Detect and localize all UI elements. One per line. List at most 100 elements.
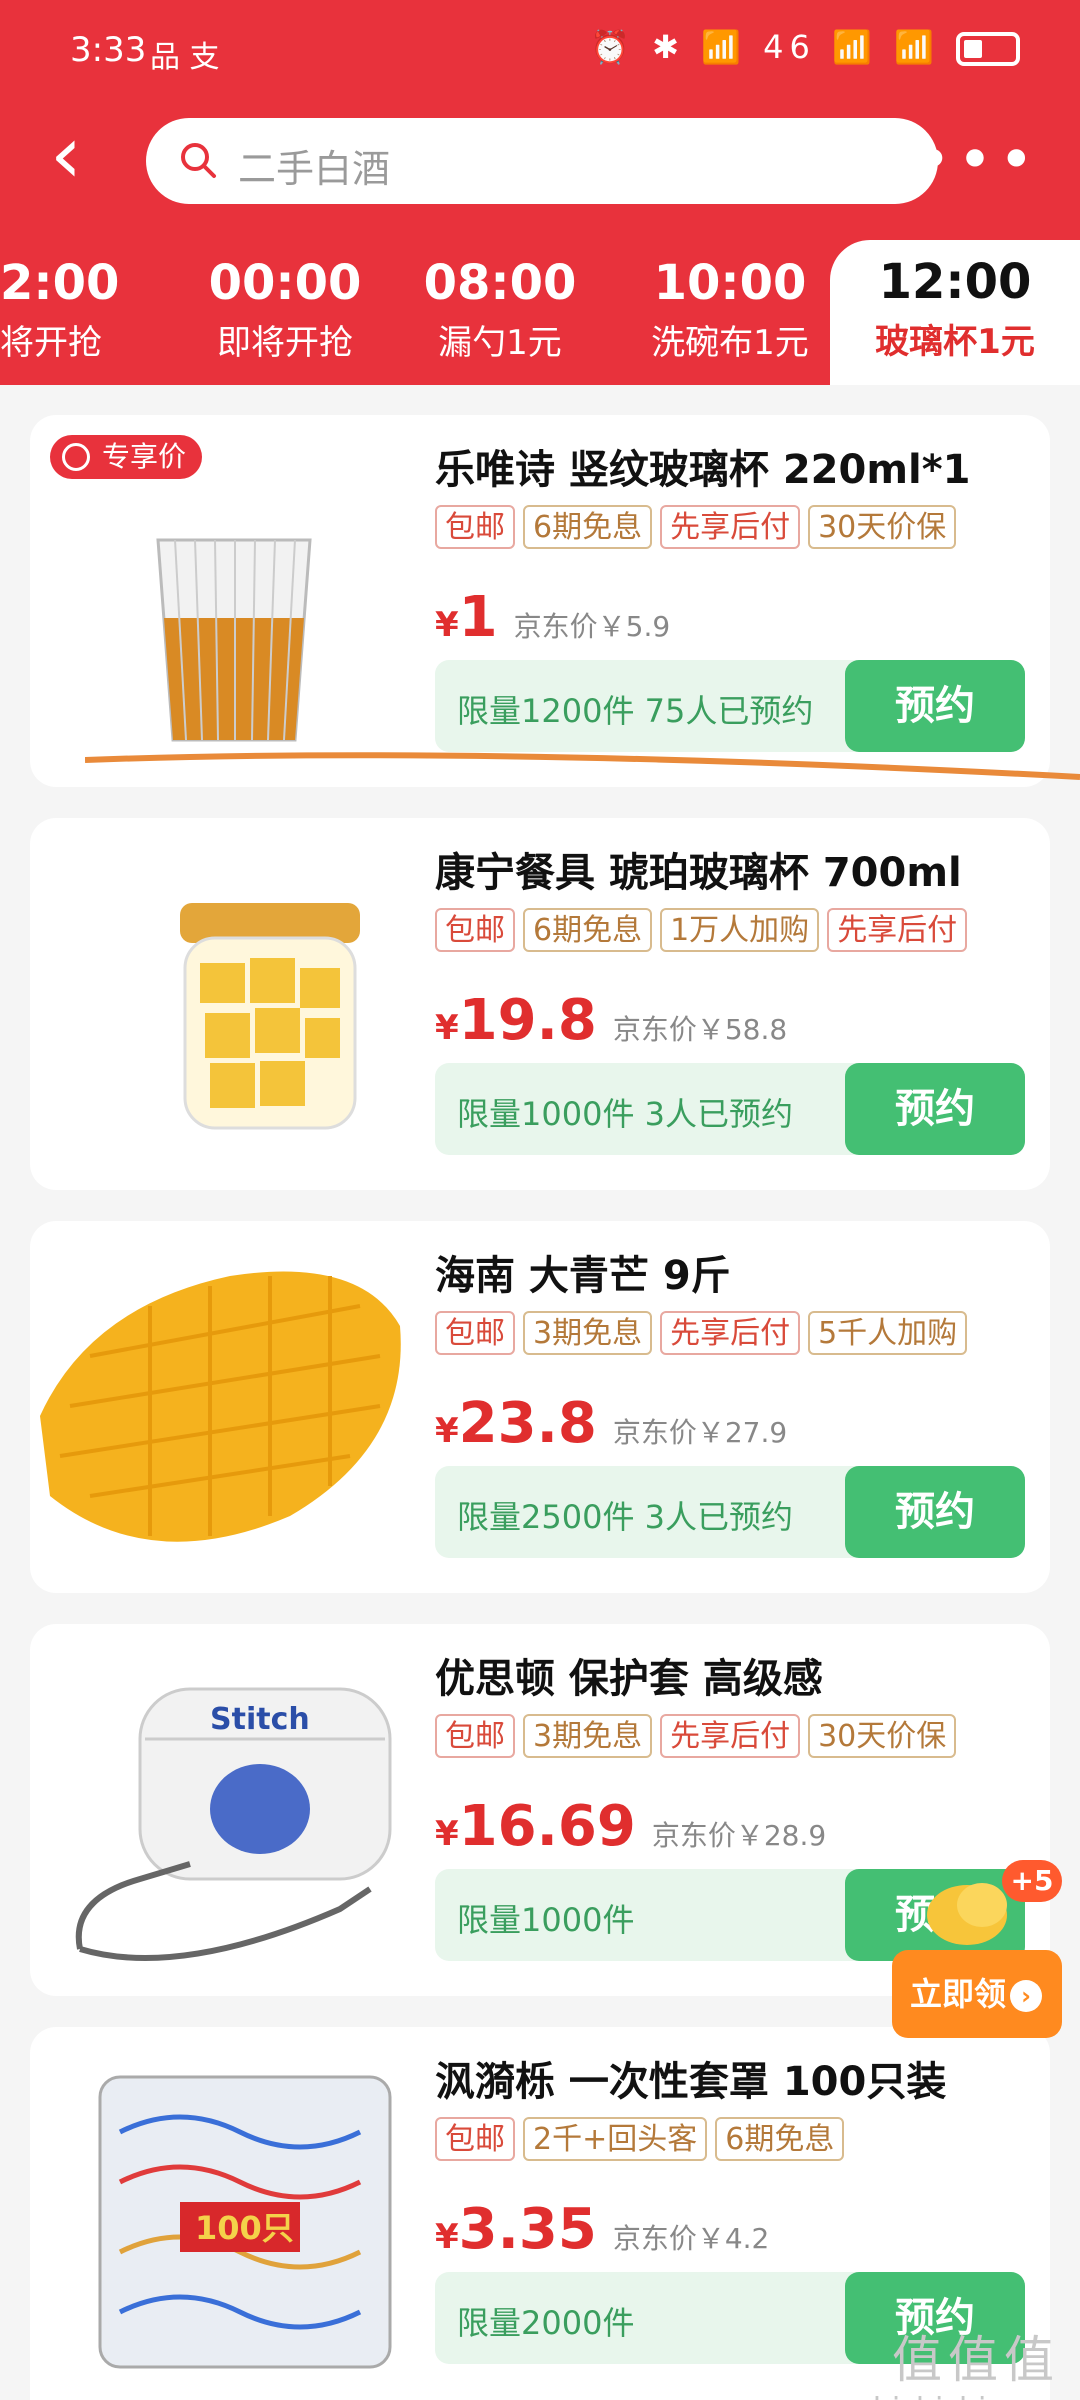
currency-symbol: ¥: [435, 1008, 459, 1048]
limit-text: 限量2000件: [457, 2304, 635, 2342]
tag: 包邮: [435, 1311, 515, 1355]
bag-label: 100只: [195, 2209, 294, 2247]
more-icon[interactable]: •••: [916, 130, 1040, 190]
tag: 3期免息: [523, 1714, 653, 1758]
tab-subtitle: 洗碗布1元: [651, 323, 809, 363]
tag-list: 包邮 3期免息 先享后付 5千人加购: [435, 1311, 975, 1355]
tab-00-00[interactable]: 00:00 即将开抢: [190, 255, 380, 364]
tag: 30天价保: [808, 1714, 957, 1758]
search-input[interactable]: 二手白酒: [146, 118, 938, 204]
price: ¥23.8: [435, 1391, 597, 1456]
tag: 先享后付: [660, 1311, 801, 1355]
product-title: 乐唯诗 竖纹玻璃杯 220ml*1: [435, 447, 971, 493]
tab-10-00[interactable]: 10:00 洗碗布1元: [640, 255, 820, 364]
claim-button[interactable]: 立即领 ›: [892, 1950, 1062, 2038]
tab-time: 00:00: [208, 255, 362, 311]
status-time: 3:33: [70, 30, 147, 70]
watermark-url: zhizhizhi.com: [857, 2392, 1060, 2400]
price-value: 19.8: [458, 988, 597, 1053]
price-value: 16.69: [458, 1794, 636, 1859]
search-placeholder: 二手白酒: [238, 147, 391, 191]
limit-bar: 限量2500件 3人已预约 预约: [435, 1466, 1025, 1558]
battery-icon: [956, 32, 1020, 66]
tag-list: 包邮 2千+回头客 6期免息: [435, 2117, 852, 2161]
tag: 先享后付: [827, 908, 968, 952]
currency-symbol: ¥: [435, 605, 459, 645]
tag: 3期免息: [523, 1311, 653, 1355]
tab-subtitle: 玻璃杯1元: [875, 322, 1035, 362]
claim-label: 立即领: [910, 1975, 1007, 2013]
product-title: 优思顿 保护套 高级感: [435, 1656, 823, 1702]
tab-subtitle: 将开抢: [0, 323, 102, 363]
reward-count-badge: +5: [1002, 1860, 1062, 1902]
product-title: 沨漪栎 一次性套罩 100只装: [435, 2059, 947, 2105]
highlight-underline: [85, 752, 1080, 780]
product-card[interactable]: 专享价 乐唯诗 竖纹玻璃杯 220ml*1 包邮 6期免息 先享后付 30天价保 ¥1…: [30, 415, 1050, 787]
price: ¥3.35: [435, 2197, 597, 2262]
limit-text: 限量1000件: [457, 1901, 635, 1939]
tag-list: 包邮 6期免息 1万人加购 先享后付: [435, 908, 975, 952]
chevron-right-icon: ›: [1010, 1980, 1043, 2012]
reserve-button[interactable]: 预约: [845, 660, 1025, 752]
tag: 包邮: [435, 505, 515, 549]
time-tabs: 2:00 将开抢 00:00 即将开抢 08:00 漏勺1元 10:00 洗碗布…: [0, 240, 1080, 385]
product-card[interactable]: 海南 大青芒 9斤 包邮 3期免息 先享后付 5千人加购 ¥23.8 京东价￥27.9 …: [30, 1221, 1050, 1593]
watermark-logo: 值值值: [892, 2331, 1060, 2389]
jd-price: 京东价￥28.9: [651, 1819, 827, 1852]
limit-text: 限量2500件 3人已预约: [457, 1498, 793, 1536]
tag-list: 包邮 6期免息 先享后付 30天价保: [435, 505, 964, 549]
tag: 先享后付: [660, 505, 801, 549]
price: ¥1: [435, 585, 498, 650]
mango-image: [40, 1271, 401, 1542]
glass-cup-image: [156, 538, 312, 742]
tag: 6期免息: [523, 505, 653, 549]
search-icon: [181, 143, 216, 178]
price-row: ¥16.69 京东价￥28.9: [435, 1794, 826, 1859]
limit-bar: 限量1000件 3人已预约 预约: [435, 1063, 1025, 1155]
tab-subtitle: 漏勺1元: [438, 323, 562, 363]
tag: 1万人加购: [660, 908, 820, 952]
signal-icons: ⏰ ✱ 📶 46 📶 📶: [590, 28, 940, 66]
glass-container-image: [180, 903, 360, 1130]
product-title: 康宁餐具 琥珀玻璃杯 700ml: [435, 850, 962, 896]
price: ¥19.8: [435, 988, 597, 1053]
product-card[interactable]: 康宁餐具 琥珀玻璃杯 700ml 包邮 6期免息 1万人加购 先享后付 ¥19.8 京东…: [30, 818, 1050, 1190]
tab-time: 08:00: [423, 255, 577, 311]
tag: 包邮: [435, 908, 515, 952]
tag: 30天价保: [808, 505, 957, 549]
tag: 6期免息: [715, 2117, 845, 2161]
tab-2-00[interactable]: 2:00 将开抢: [0, 255, 119, 364]
price: ¥16.69: [435, 1794, 636, 1859]
limit-text: 限量1200件 75人已预约: [457, 692, 814, 730]
tag: 2千+回头客: [523, 2117, 708, 2161]
price-row: ¥23.8 京东价￥27.9: [435, 1391, 787, 1456]
tag: 先享后付: [660, 1714, 801, 1758]
earbuds-case-image: Stitch: [75, 1687, 392, 1961]
price-value: 3.35: [458, 2197, 597, 2262]
disposable-covers-image: 100只: [98, 2075, 392, 2369]
tag: 包邮: [435, 1714, 515, 1758]
back-icon[interactable]: ‹: [50, 115, 110, 200]
limit-bar: 限量1200件 75人已预约 预约: [435, 660, 1025, 752]
tab-08-00[interactable]: 08:00 漏勺1元: [420, 255, 580, 364]
tab-subtitle: 即将开抢: [217, 323, 353, 363]
tag: 包邮: [435, 2117, 515, 2161]
price-row: ¥19.8 京东价￥58.8: [435, 988, 787, 1053]
jd-price: 京东价￥4.2: [612, 2222, 770, 2255]
notification-icons: 品 支: [150, 40, 220, 75]
limit-text: 限量1000件 3人已预约: [457, 1095, 793, 1133]
currency-symbol: ¥: [435, 1814, 459, 1854]
jd-price: 京东价￥58.8: [612, 1013, 788, 1046]
price-row: ¥3.35 京东价￥4.2: [435, 2197, 769, 2262]
reserve-button[interactable]: 预约: [845, 1063, 1025, 1155]
currency-symbol: ¥: [435, 2217, 459, 2257]
case-label: Stitch: [210, 1702, 310, 1737]
reserve-button[interactable]: 预约: [845, 1466, 1025, 1558]
system-icons: ⏰ ✱ 📶 46 📶 📶: [590, 28, 1020, 66]
price-value: 23.8: [458, 1391, 597, 1456]
tab-time: 12:00: [878, 254, 1032, 310]
jd-price: 京东价￥5.9: [513, 610, 671, 643]
tab-12-00-active[interactable]: 12:00 玻璃杯1元: [830, 240, 1080, 385]
product-title: 海南 大青芒 9斤: [435, 1253, 731, 1299]
reward-float[interactable]: +5 立即领 ›: [892, 1860, 1062, 2040]
